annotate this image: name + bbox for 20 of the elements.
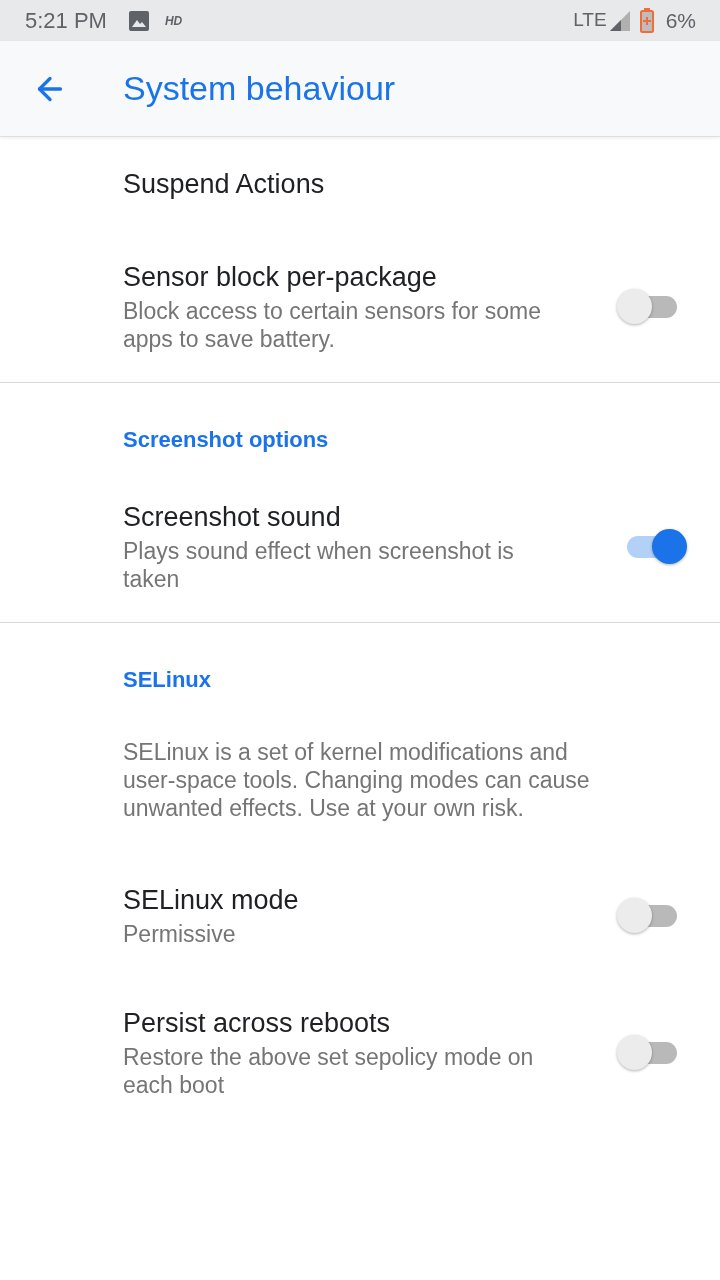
preference-summary: Block access to certain sensors for some apps to save battery.: [123, 297, 542, 353]
preference-title: Persist across reboots: [123, 1007, 392, 1039]
battery-percent: 6%: [665, 7, 696, 34]
preference-title[interactable]: Suspend Actions: [123, 168, 325, 200]
battery-icon: [639, 8, 654, 33]
page-title: System behaviour: [123, 68, 396, 109]
image-icon: [128, 10, 149, 31]
network-type: LTE: [573, 8, 607, 33]
preference-summary: Plays sound effect when screenshot is taken: [123, 537, 515, 593]
signal-icon: [609, 10, 630, 31]
preference-title: Screenshot sound: [123, 501, 342, 533]
info-text: SELinux is a set of kernel modifications and user-space tools. Changing modes can cause unwanted effects. Use at your own risk.: [123, 738, 591, 822]
preference-summary: Restore the above set sepolicy mode on each boot: [123, 1043, 535, 1099]
hd-label: HD: [164, 12, 183, 30]
preference-title: SELinux mode: [123, 884, 300, 916]
preference-summary: Permissive: [123, 920, 237, 948]
section-header: SELinux: [123, 666, 212, 694]
preference-title: Sensor block per-package: [123, 261, 438, 293]
status-time: 5:21 PM: [25, 7, 107, 35]
section-header: Screenshot options: [123, 426, 330, 454]
